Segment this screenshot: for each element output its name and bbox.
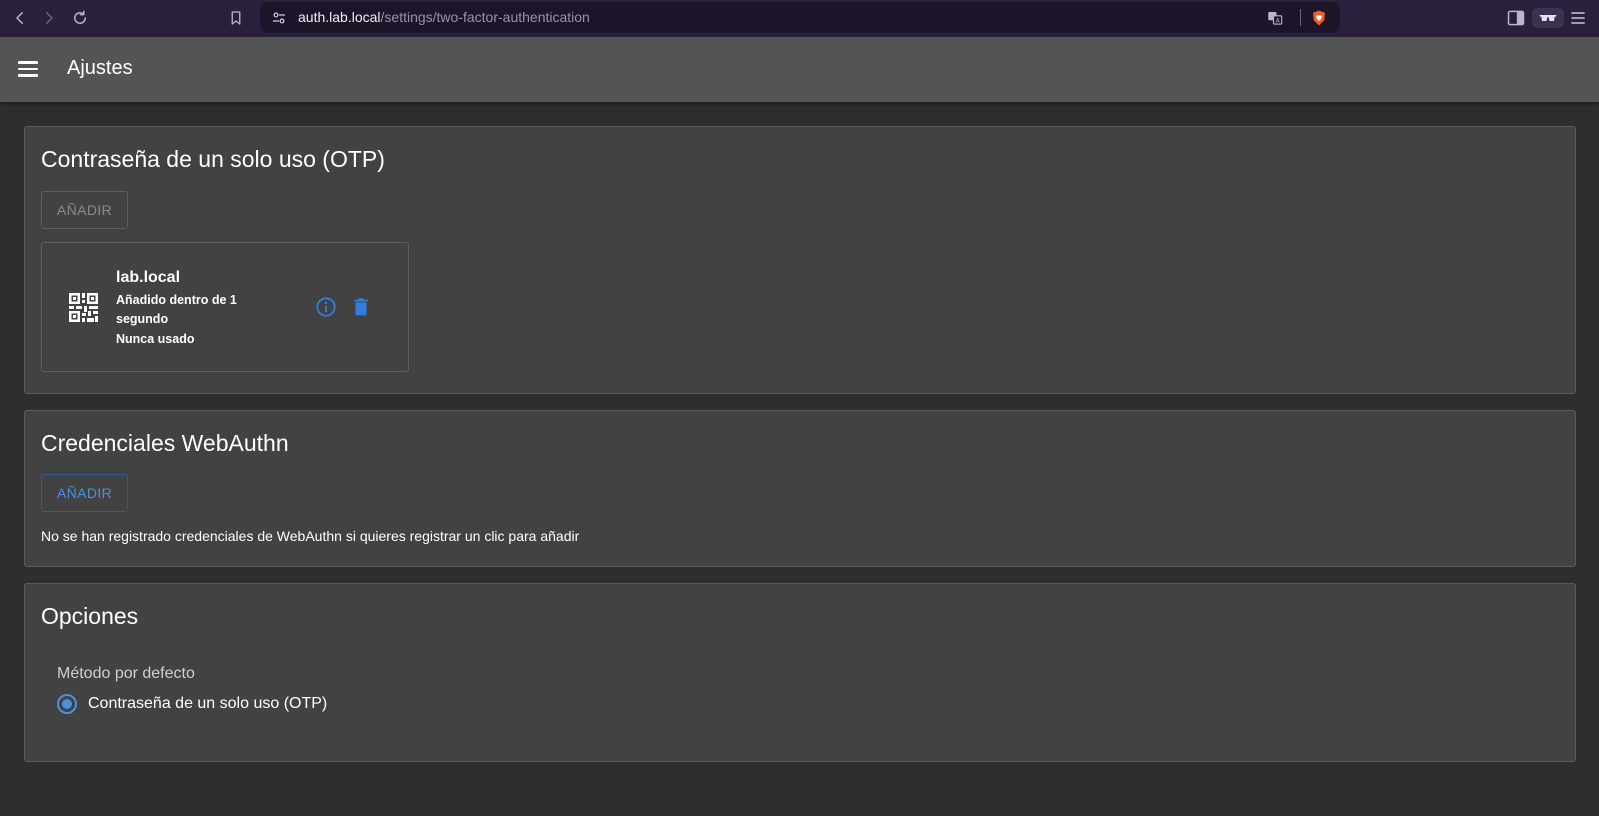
- options-panel: Opciones Método por defecto Contraseña d…: [24, 583, 1576, 762]
- reload-button[interactable]: [66, 4, 94, 32]
- hamburger-menu-icon[interactable]: [18, 56, 44, 82]
- browser-menu-icon: [1571, 12, 1585, 24]
- brave-shield-icon[interactable]: [1310, 9, 1328, 27]
- info-icon: [316, 297, 336, 317]
- radio-selected-dot: [62, 699, 72, 709]
- url-path: /settings/two-factor-authentication: [380, 9, 590, 25]
- webauthn-add-button[interactable]: AÑADIR: [41, 474, 128, 512]
- url-text[interactable]: auth.lab.local/settings/two-factor-authe…: [298, 2, 590, 33]
- otp-info-button[interactable]: [314, 295, 338, 319]
- translate-icon[interactable]: A: [1266, 9, 1284, 27]
- webauthn-empty-message: No se han registrado credenciales de Web…: [41, 528, 580, 544]
- otp-added-line1: Añadido dentro de 1: [116, 293, 237, 307]
- address-divider: [1300, 9, 1301, 26]
- otp-panel: Contraseña de un solo uso (OTP) AÑADIR l…: [24, 126, 1576, 394]
- default-method-radio-otp[interactable]: Contraseña de un solo uso (OTP): [57, 694, 327, 714]
- otp-title: Contraseña de un solo uso (OTP): [41, 146, 385, 172]
- back-button[interactable]: [6, 4, 34, 32]
- private-glasses-icon: [1539, 15, 1557, 21]
- reload-icon: [74, 10, 86, 24]
- app-bar: Ajustes: [0, 37, 1599, 102]
- otp-delete-button[interactable]: [349, 295, 373, 319]
- private-window-button[interactable]: [1532, 8, 1564, 28]
- webauthn-title: Credenciales WebAuthn: [41, 430, 289, 456]
- bookmark-button[interactable]: [222, 4, 250, 32]
- trash-icon: [354, 298, 368, 316]
- page-title: Ajustes: [67, 57, 133, 79]
- sidebar-icon: [1507, 10, 1525, 26]
- otp-added-line2: segundo: [116, 312, 169, 326]
- otp-add-button[interactable]: AÑADIR: [41, 191, 128, 229]
- webauthn-panel: Credenciales WebAuthn AÑADIR No se han r…: [24, 410, 1576, 567]
- browser-toolbar: auth.lab.local/settings/two-factor-authe…: [0, 0, 1599, 37]
- url-host: auth.lab.local: [298, 9, 381, 25]
- sidebar-toggle-button[interactable]: [1506, 8, 1526, 28]
- radio-button[interactable]: [57, 694, 77, 714]
- browser-menu-button[interactable]: [1568, 8, 1588, 28]
- radio-label-otp: Contraseña de un solo uso (OTP): [88, 695, 328, 712]
- address-bar[interactable]: auth.lab.local/settings/two-factor-authe…: [260, 2, 1340, 33]
- qr-code-icon: [69, 293, 98, 322]
- bookmark-icon: [231, 11, 241, 25]
- otp-device-card: lab.local Añadido dentro de 1 segundo Nu…: [41, 242, 409, 372]
- default-method-label: Método por defecto: [57, 665, 195, 682]
- otp-usage: Nunca usado: [116, 332, 195, 346]
- options-title: Opciones: [41, 603, 139, 629]
- site-settings-icon[interactable]: [270, 9, 288, 27]
- otp-device-name: lab.local: [116, 269, 181, 286]
- forward-button[interactable]: [35, 4, 63, 32]
- back-icon: [16, 12, 23, 24]
- forward-icon: [46, 12, 53, 24]
